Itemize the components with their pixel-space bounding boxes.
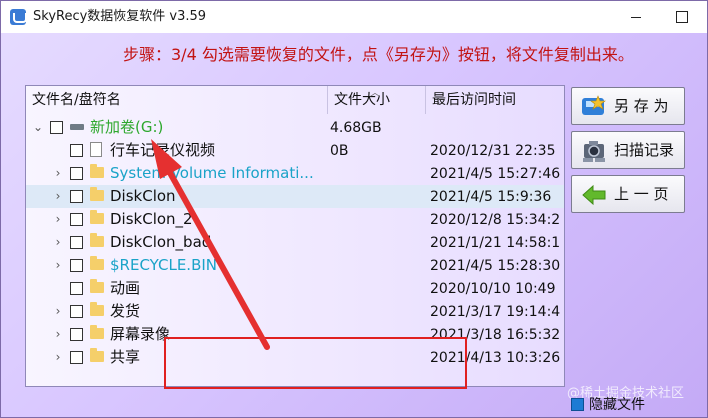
row-checkbox[interactable] xyxy=(70,351,83,364)
column-header-name[interactable]: 文件名/盘符名 xyxy=(26,86,328,114)
chevron-right-icon[interactable]: › xyxy=(52,305,64,317)
row-date: 2021/3/17 19:14:4 xyxy=(430,304,561,320)
folder-icon xyxy=(90,210,104,224)
folder-icon xyxy=(90,233,104,247)
row-date: 2021/4/5 15:9:36 xyxy=(430,189,552,205)
tree-row[interactable]: › 发货 2021/3/17 19:14:4 xyxy=(26,300,564,323)
row-date: 2021/1/21 14:58:1 xyxy=(430,235,561,251)
row-name: DiskClon_bad xyxy=(110,233,212,251)
chevron-right-icon[interactable]: › xyxy=(52,351,64,363)
row-name: 发货 xyxy=(110,302,141,320)
save-as-icon xyxy=(582,95,606,115)
row-checkbox[interactable] xyxy=(50,121,63,134)
previous-page-button[interactable]: 上 一 页 xyxy=(571,175,685,213)
folder-icon xyxy=(90,187,104,201)
row-checkbox[interactable] xyxy=(70,282,83,295)
folder-icon xyxy=(90,302,104,316)
window-title: SkyRecy数据恢复软件 v3.59 xyxy=(33,9,207,24)
row-name: $RECYCLE.BIN xyxy=(110,256,218,274)
row-name: 行车记录仪视频 xyxy=(110,141,216,159)
sort-indicator-icon: ︿ xyxy=(370,88,380,99)
folder-icon xyxy=(90,256,104,270)
tree-row[interactable]: ⌄ 新加卷(G:) 4.68GB xyxy=(26,116,564,139)
row-name: 共享 xyxy=(110,348,141,366)
tree-row[interactable]: › DiskClon 2021/4/5 15:9:36 xyxy=(26,185,564,208)
chevron-right-icon[interactable]: › xyxy=(52,259,64,271)
chevron-right-icon[interactable]: › xyxy=(52,236,64,248)
row-checkbox[interactable] xyxy=(70,305,83,318)
row-size: 0B xyxy=(330,143,349,159)
tree-row[interactable]: › DiskClon_bad 2021/1/21 14:58:1 xyxy=(26,231,564,254)
step-instruction: 步骤：3/4 勾选需要恢复的文件，点《另存为》按钮，将文件复制出来。 xyxy=(123,45,634,64)
row-checkbox[interactable] xyxy=(70,328,83,341)
minimize-button[interactable] xyxy=(613,1,659,33)
folder-icon xyxy=(90,325,104,339)
row-date: 2020/12/8 15:34:2 xyxy=(430,212,561,228)
maximize-button[interactable] xyxy=(659,1,705,33)
camera-icon xyxy=(583,141,605,162)
row-checkbox[interactable] xyxy=(70,236,83,249)
chevron-right-icon[interactable]: › xyxy=(52,328,64,340)
folder-icon xyxy=(90,164,104,178)
app-logo-icon xyxy=(10,9,27,25)
row-checkbox[interactable] xyxy=(70,213,83,226)
row-name: 屏幕录像 xyxy=(110,325,171,343)
save-as-label: 另 存 为 xyxy=(614,97,669,115)
scan-log-label: 扫描记录 xyxy=(614,141,675,159)
row-name: 动画 xyxy=(110,279,141,297)
tree-row[interactable]: › $RECYCLE.BIN 2021/4/5 15:28:30 xyxy=(26,254,564,277)
tree-row[interactable]: › DiskClon_2 2020/12/8 15:34:2 xyxy=(26,208,564,231)
chevron-right-icon[interactable]: › xyxy=(52,213,64,225)
chevron-down-icon[interactable]: ⌄ xyxy=(32,121,44,133)
app-window: SkyRecy数据恢复软件 v3.59 步骤：3/4 勾选需要恢复的文件，点《另… xyxy=(0,0,708,418)
chevron-right-icon[interactable]: › xyxy=(52,190,64,202)
row-name: DiskClon_2 xyxy=(110,210,193,228)
row-name: 新加卷(G:) xyxy=(90,118,164,136)
tree-row[interactable]: › System Volume Informati... 2021/4/5 15:2… xyxy=(26,162,564,185)
chevron-right-icon[interactable]: › xyxy=(52,167,64,179)
row-checkbox[interactable] xyxy=(70,144,83,157)
hide-files-label: 隐藏文件 xyxy=(589,397,645,413)
row-size: 4.68GB xyxy=(330,120,382,136)
row-checkbox[interactable] xyxy=(70,167,83,180)
row-date: 2021/4/5 15:27:46 xyxy=(430,166,561,182)
column-header-date[interactable]: 最后访问时间 xyxy=(426,86,564,114)
row-checkbox[interactable] xyxy=(70,190,83,203)
row-date: 2021/4/5 15:28:30 xyxy=(430,258,561,274)
row-checkbox[interactable] xyxy=(70,259,83,272)
title-bar: SkyRecy数据恢复软件 v3.59 xyxy=(1,1,707,33)
row-name: System Volume Informati... xyxy=(110,164,314,182)
tree-row[interactable]: 动画 2020/10/10 10:49 xyxy=(26,277,564,300)
hide-files-checkbox[interactable] xyxy=(571,398,584,411)
row-date: 2020/12/31 22:35 xyxy=(430,143,556,159)
file-icon xyxy=(90,142,102,157)
row-name: DiskClon xyxy=(110,187,176,205)
row-date: 2020/10/10 10:49 xyxy=(430,281,556,297)
folder-icon xyxy=(90,279,104,293)
drive-icon xyxy=(70,124,84,130)
arrow-left-icon xyxy=(582,184,606,206)
annotation-highlight-box xyxy=(164,337,467,389)
folder-icon xyxy=(90,348,104,362)
previous-page-label: 上 一 页 xyxy=(614,185,669,203)
save-as-button[interactable]: 另 存 为 xyxy=(571,87,685,125)
scan-log-button[interactable]: 扫描记录 xyxy=(571,131,685,169)
tree-row[interactable]: 行车记录仪视频 0B 2020/12/31 22:35 xyxy=(26,139,564,162)
